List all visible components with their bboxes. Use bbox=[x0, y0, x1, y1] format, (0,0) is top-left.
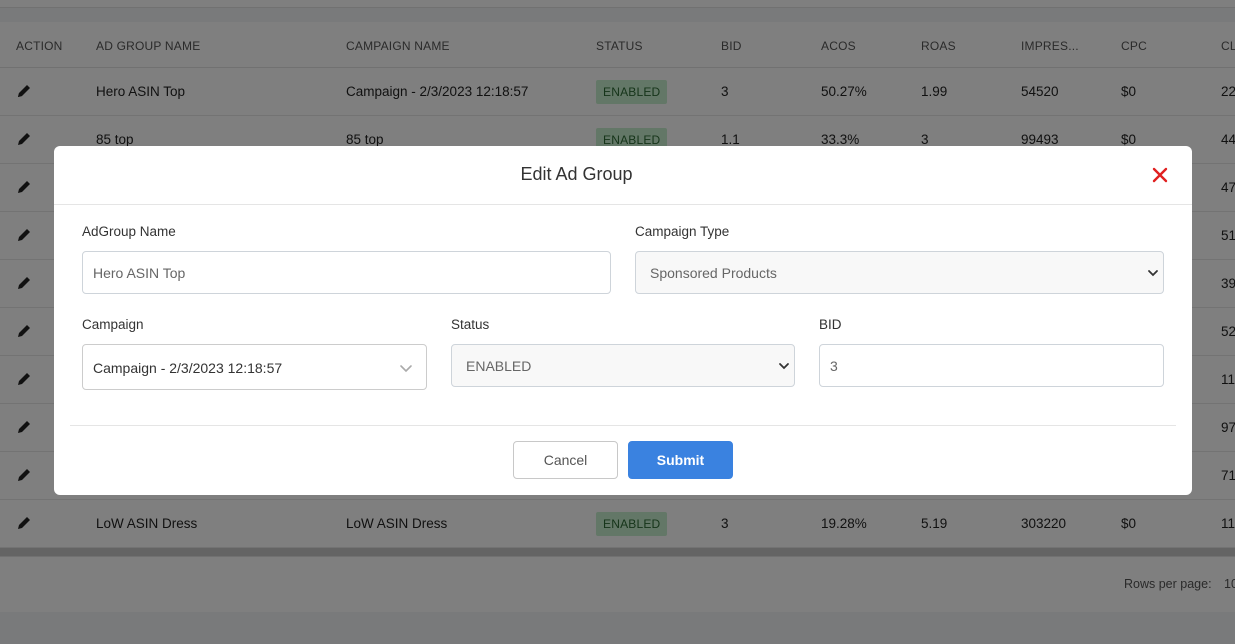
modal-footer-divider bbox=[70, 425, 1176, 426]
adgroup-name-value: Hero ASIN Top bbox=[93, 265, 186, 281]
campaign-value: Campaign - 2/3/2023 12:18:57 bbox=[93, 360, 283, 376]
chevron-down-icon bbox=[1146, 266, 1160, 280]
campaign-type-value: Sponsored Products bbox=[650, 265, 777, 281]
campaign-type-label: Campaign Type bbox=[635, 224, 730, 239]
campaign-type-select[interactable]: Sponsored Products bbox=[635, 251, 1164, 294]
adgroup-name-label: AdGroup Name bbox=[82, 224, 176, 239]
bid-value: 3 bbox=[830, 358, 838, 374]
cancel-button[interactable]: Cancel bbox=[513, 441, 618, 479]
edit-ad-group-modal: Edit Ad Group AdGroup Name Hero ASIN Top… bbox=[54, 146, 1192, 495]
modal-title: Edit Ad Group bbox=[520, 164, 633, 184]
campaign-label: Campaign bbox=[82, 317, 144, 332]
status-label: Status bbox=[451, 317, 490, 332]
status-value: ENABLED bbox=[466, 358, 532, 374]
adgroup-name-input[interactable]: Hero ASIN Top bbox=[82, 251, 611, 294]
campaign-combobox[interactable]: Campaign - 2/3/2023 12:18:57 bbox=[82, 344, 427, 390]
status-select[interactable]: ENABLED bbox=[451, 344, 795, 387]
modal-header: Edit Ad Group bbox=[54, 146, 1192, 205]
bid-label: BID bbox=[819, 317, 842, 332]
chevron-down-icon[interactable] bbox=[399, 361, 413, 375]
submit-button[interactable]: Submit bbox=[628, 441, 733, 479]
chevron-down-icon bbox=[777, 359, 791, 373]
close-icon[interactable] bbox=[1149, 164, 1171, 186]
bid-input[interactable]: 3 bbox=[819, 344, 1164, 387]
